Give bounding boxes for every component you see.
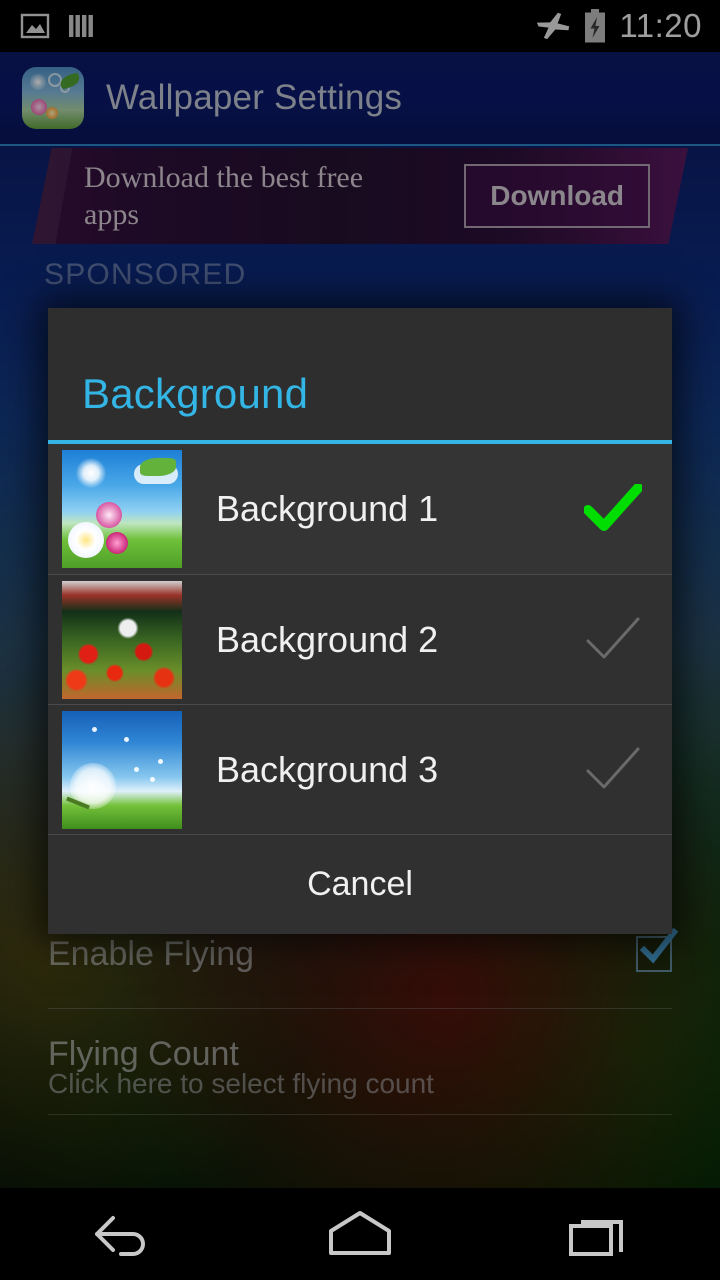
navigation-bar xyxy=(0,1188,720,1280)
phone-screen: Enable Flying Flying Count Click here to… xyxy=(0,0,720,1280)
recents-button[interactable] xyxy=(525,1188,675,1280)
home-icon xyxy=(329,1211,391,1255)
background-option-list: Background 1 Background 2 Background 3 xyxy=(48,444,672,834)
back-button[interactable] xyxy=(45,1188,195,1280)
dialog-footer: Cancel xyxy=(48,834,672,934)
dialog-header: Background xyxy=(48,308,672,440)
back-icon xyxy=(95,1216,145,1256)
recents-icon xyxy=(569,1220,623,1256)
background-option-2[interactable]: Background 2 xyxy=(48,574,672,704)
background-option-3[interactable]: Background 3 xyxy=(48,704,672,834)
option-label: Background 2 xyxy=(216,618,439,660)
dialog-title: Background xyxy=(82,370,309,417)
cancel-button[interactable]: Cancel xyxy=(307,865,413,904)
selected-check-icon xyxy=(583,483,643,534)
home-button[interactable] xyxy=(285,1188,435,1280)
sunny-flowers-thumb xyxy=(62,450,182,568)
option-label: Background 3 xyxy=(216,748,439,790)
unselected-check-icon xyxy=(584,615,642,665)
background-selection-dialog: Background Background 1 Background 2 Bac… xyxy=(48,308,672,934)
red-poppies-thumb xyxy=(62,580,182,699)
option-label: Background 1 xyxy=(216,488,439,529)
unselected-check-icon xyxy=(584,745,642,795)
dandelion-thumb xyxy=(62,710,182,829)
background-option-1[interactable]: Background 1 xyxy=(48,444,672,574)
